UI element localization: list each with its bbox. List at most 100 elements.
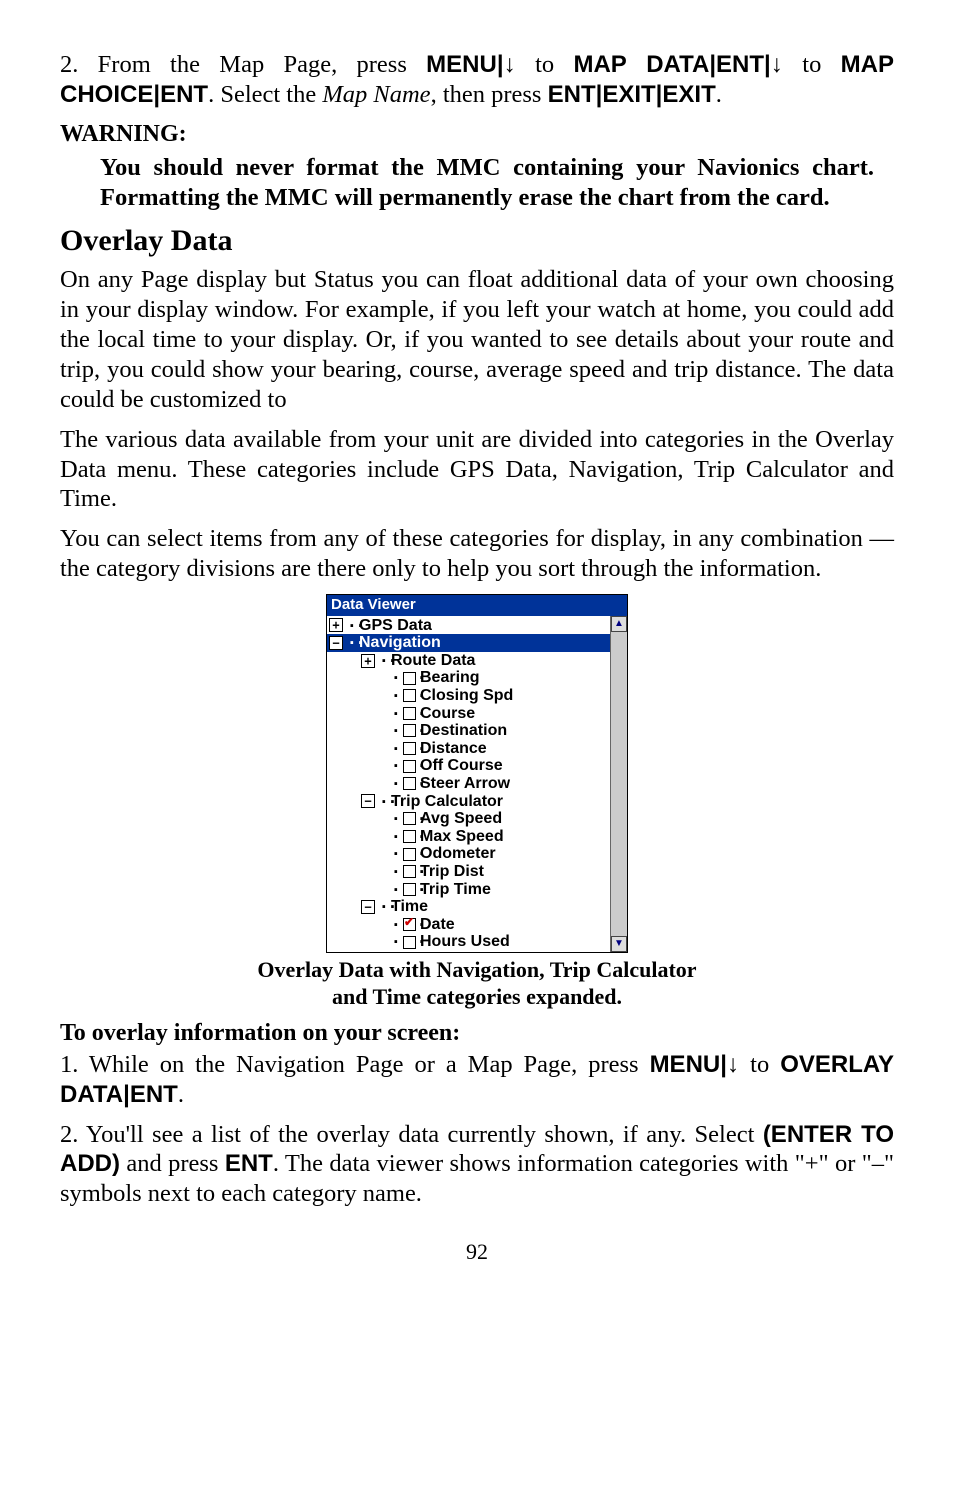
text: , then press: [431, 81, 548, 108]
label: Trip Time: [420, 881, 491, 899]
label: Route Data: [391, 652, 475, 670]
label: Distance: [420, 740, 487, 758]
tree-item-gps-data[interactable]: +··GPS Data: [327, 617, 611, 635]
checkbox-icon[interactable]: [403, 707, 416, 720]
label: Off Course: [420, 757, 503, 775]
checkbox-icon[interactable]: [403, 742, 416, 755]
checkbox-icon[interactable]: [403, 689, 416, 702]
tree-item-navigation[interactable]: −··Navigation: [327, 634, 611, 652]
tree-item-hours-used[interactable]: ····Hours Used: [327, 933, 611, 951]
pipe: |: [720, 1051, 727, 1078]
text: and press: [120, 1150, 225, 1177]
step2b-paragraph: 2. You'll see a list of the overlay data…: [60, 1120, 894, 1210]
text: to: [535, 51, 573, 78]
label: Time: [391, 898, 428, 916]
label: Steer Arrow: [420, 775, 510, 793]
checkbox-checked-icon[interactable]: [403, 918, 416, 931]
tree-item[interactable]: ····Steer Arrow: [327, 775, 611, 793]
step1b-paragraph: 1. While on the Navigation Page or a Map…: [60, 1050, 894, 1110]
scroll-down-icon[interactable]: ▼: [611, 936, 627, 952]
checkbox-icon[interactable]: [403, 777, 416, 790]
tree-item-route-data[interactable]: +··Route Data: [327, 652, 611, 670]
text: to: [739, 1051, 780, 1078]
overlay-p2: The various data available from your uni…: [60, 425, 894, 515]
tree-item[interactable]: ····Course: [327, 705, 611, 723]
pipe: |: [497, 51, 504, 78]
tree-item-trip-calculator[interactable]: −··Trip Calculator: [327, 793, 611, 811]
map-name-italic: Map Name: [322, 81, 430, 108]
pipe: |: [123, 1081, 130, 1108]
tree-item[interactable]: ····Closing Spd: [327, 687, 611, 705]
text: 2. You'll see a list of the overlay data…: [60, 1121, 763, 1148]
key-ent: ENT: [225, 1150, 273, 1177]
overlay-p1: On any Page display but Status you can f…: [60, 265, 894, 414]
checkbox-icon[interactable]: [403, 830, 416, 843]
tree-item[interactable]: ····Trip Time: [327, 881, 611, 899]
label: Hours Used: [420, 933, 510, 951]
scroll-up-icon[interactable]: ▲: [611, 616, 627, 632]
tree-item[interactable]: ····Odometer: [327, 845, 611, 863]
collapse-minus-icon[interactable]: −: [361, 794, 375, 808]
key-ent: ENT: [548, 81, 596, 108]
tree-item-date[interactable]: ····Date: [327, 916, 611, 934]
checkbox-icon[interactable]: [403, 812, 416, 825]
sub-heading: To overlay information on your screen:: [60, 1019, 894, 1048]
checkbox-icon[interactable]: [403, 883, 416, 896]
warning-body: You should never format the MMC containi…: [100, 153, 874, 213]
key-map-data: MAP DATA: [573, 51, 709, 78]
key-menu: MENU: [426, 51, 497, 78]
key-ent: ENT: [160, 81, 208, 108]
label: Odometer: [420, 845, 496, 863]
checkbox-icon[interactable]: [403, 936, 416, 949]
page: 2. From the Map Page, press MENU|↓ to MA…: [0, 0, 954, 1487]
pipe: |: [764, 51, 771, 78]
label: Bearing: [420, 669, 480, 687]
warning-head: WARNING:: [60, 120, 894, 149]
down-arrow-icon: ↓: [504, 51, 516, 78]
checkbox-icon[interactable]: [403, 724, 416, 737]
tree-item[interactable]: ····Bearing: [327, 669, 611, 687]
tree-item-time[interactable]: −··Time: [327, 898, 611, 916]
text: to: [802, 51, 840, 78]
collapse-minus-icon[interactable]: −: [361, 900, 375, 914]
label: Closing Spd: [420, 687, 513, 705]
expand-plus-icon[interactable]: +: [361, 654, 375, 668]
label: Destination: [420, 722, 507, 740]
tree-item[interactable]: ····Destination: [327, 722, 611, 740]
screenshot-caption: Overlay Data with Navigation, Trip Calcu…: [60, 957, 894, 1011]
label: Navigation: [359, 634, 441, 652]
overlay-heading: Overlay Data: [60, 223, 894, 260]
down-arrow-icon: ↓: [771, 51, 783, 78]
label: Trip Calculator: [391, 793, 503, 811]
label: Max Speed: [420, 828, 504, 846]
down-arrow-icon: ↓: [727, 1051, 739, 1078]
scrollbar[interactable]: ▲ ▼: [610, 616, 627, 952]
caption-line2: and Time categories expanded.: [332, 984, 622, 1009]
overlay-p3: You can select items from any of these c…: [60, 524, 894, 584]
data-viewer-window: Data Viewer +··GPS Data −··Navigation +·…: [326, 594, 628, 953]
collapse-minus-icon[interactable]: −: [329, 636, 343, 650]
label: GPS Data: [359, 617, 432, 635]
tree-item[interactable]: ····Off Course: [327, 757, 611, 775]
text: .: [178, 1081, 184, 1108]
checkbox-icon[interactable]: [403, 672, 416, 685]
checkbox-icon[interactable]: [403, 848, 416, 861]
tree-item[interactable]: ····Avg Speed: [327, 810, 611, 828]
key-menu: MENU: [650, 1051, 721, 1078]
checkbox-icon[interactable]: [403, 760, 416, 773]
label: Date: [420, 916, 455, 934]
checkbox-icon[interactable]: [403, 865, 416, 878]
text: .: [716, 81, 722, 108]
tree-item[interactable]: ····Trip Dist: [327, 863, 611, 881]
label: Avg Speed: [420, 810, 502, 828]
key-ent: ENT: [716, 51, 764, 78]
text: . Select the: [208, 81, 322, 108]
expand-plus-icon[interactable]: +: [329, 618, 343, 632]
label: Trip Dist: [420, 863, 484, 881]
tree: +··GPS Data −··Navigation +··Route Data …: [327, 617, 611, 951]
tree-item[interactable]: ····Max Speed: [327, 828, 611, 846]
text: 2. From the Map Page, press: [60, 51, 426, 78]
label: Course: [420, 705, 475, 723]
step2-paragraph: 2. From the Map Page, press MENU|↓ to MA…: [60, 50, 894, 110]
tree-item[interactable]: ····Distance: [327, 740, 611, 758]
